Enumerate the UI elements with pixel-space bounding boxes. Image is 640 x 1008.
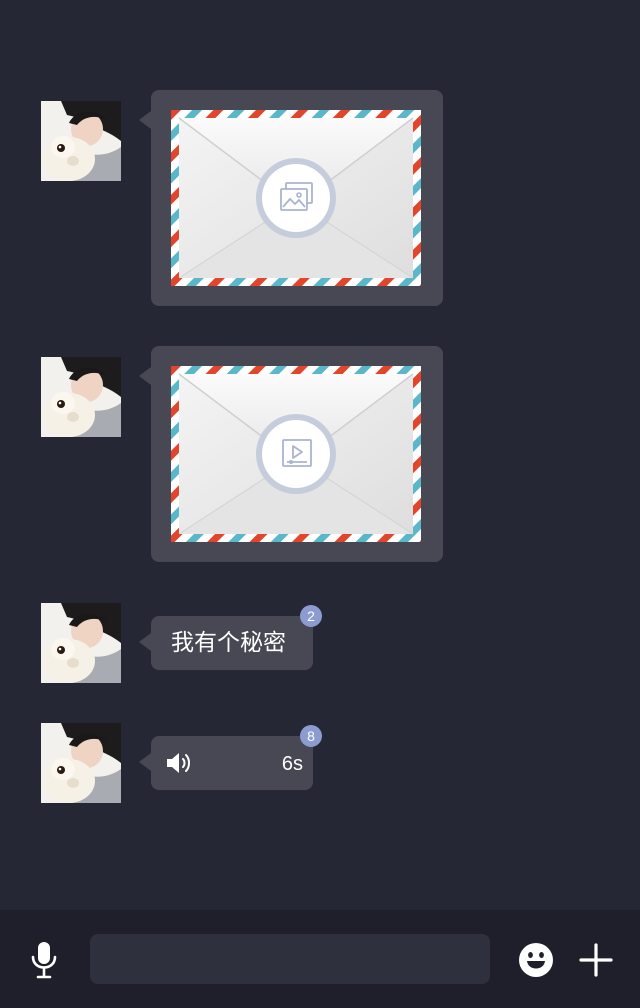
avatar-image [41,723,121,803]
input-bar [0,910,640,1008]
avatar[interactable] [41,723,121,803]
avatar[interactable] [41,357,121,437]
plus-icon [579,943,613,977]
avatar-image [41,357,121,437]
avatar[interactable] [41,101,121,181]
message-input[interactable] [90,934,490,984]
microphone-icon [31,942,57,979]
avatar[interactable] [41,603,121,683]
speaker-icon [165,750,193,776]
text-message-bubble[interactable]: 我有个秘密 2 [139,605,322,670]
voice-message-bubble[interactable]: 6s 8 [139,725,322,790]
unread-count-badge: 8 [300,725,322,747]
avatar-image [41,101,121,181]
image-icon [279,180,315,216]
avatar-image [41,603,121,683]
microphone-button[interactable] [26,940,62,980]
video-play-icon [279,436,315,472]
unread-count-badge: 2 [300,605,322,627]
emoji-button[interactable] [518,942,554,978]
voice-duration: 6s [281,753,303,775]
image-message-bubble[interactable] [139,90,443,306]
emoji-icon [519,943,553,977]
video-message-bubble[interactable] [139,346,443,562]
plus-button[interactable] [578,942,614,978]
message-text: 我有个秘密 [171,630,286,656]
